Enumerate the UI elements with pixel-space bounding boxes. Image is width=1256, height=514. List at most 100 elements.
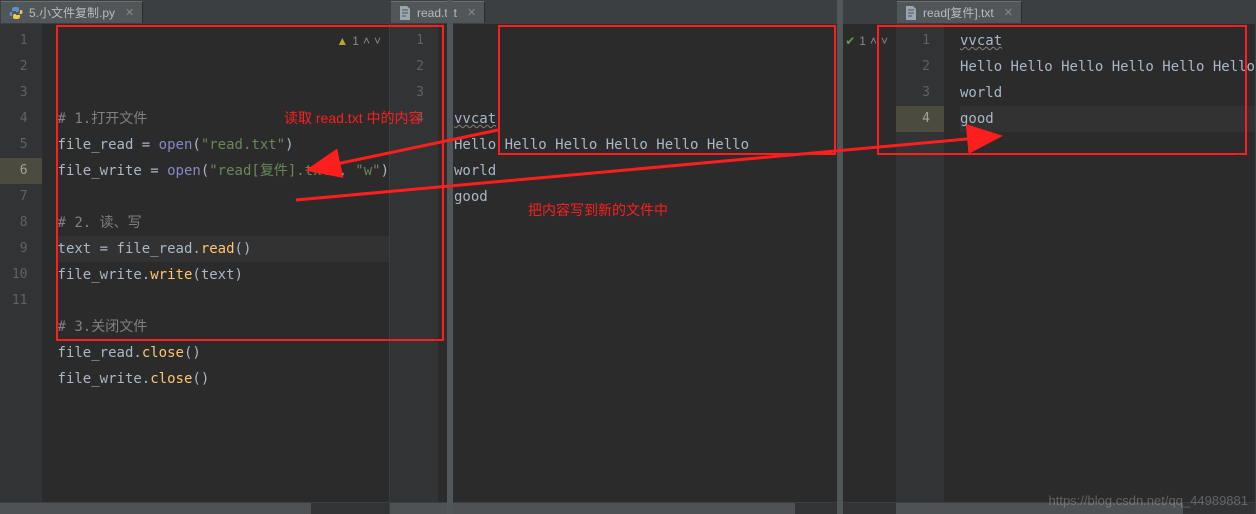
code-token: () [192, 371, 209, 387]
code-line[interactable]: vvcat [454, 106, 896, 132]
editor[interactable]: 1234 vvcatHello Hello Hello Hello Hello … [896, 24, 1255, 502]
editor[interactable]: 1234 ✔ 1 ˅ vvcat Hello Hello Hello Hello … [390, 24, 896, 502]
code-line[interactable] [58, 288, 389, 314]
code-token: file_write. [58, 267, 151, 283]
line-number: 10 [0, 262, 42, 288]
code-token: read [201, 241, 235, 257]
code-line[interactable]: # 1.打开文件 [58, 106, 389, 132]
code-token: file_read. [58, 345, 142, 361]
code-line[interactable]: file_read = open("read.txt") [58, 132, 389, 158]
code-line[interactable]: # 2. 读、写 [58, 210, 389, 236]
code-token: () [235, 241, 252, 257]
code-area[interactable]: ✔ 1 ˅ vvcat Hello Hello Hello Hello Hello… [438, 24, 896, 502]
code-line[interactable]: file_read.close() [58, 340, 389, 366]
code-token: close [142, 345, 184, 361]
code-area[interactable]: vvcatHello Hello Hello Hello Hello Hello… [944, 24, 1255, 502]
line-number: 1 [896, 28, 944, 54]
inspection-status[interactable]: ▲ 1 ˅ [336, 28, 381, 54]
scrollbar-thumb[interactable] [0, 503, 311, 514]
line-number: 5 [0, 132, 42, 158]
horizontal-scrollbar[interactable] [0, 502, 389, 514]
line-number: 7 [0, 184, 42, 210]
tab-text-file[interactable]: read[复件].txt ✕ [897, 1, 1022, 23]
inspection-status[interactable]: ✔ 1 ˅ [845, 28, 888, 54]
chevron-up-icon [363, 28, 370, 54]
line-number: 4 [896, 106, 944, 132]
code-line[interactable]: file_write = open("read[复件].txt", "w") [58, 158, 389, 184]
code-token: , [338, 163, 355, 179]
code-token: file_write = [58, 163, 168, 179]
line-number: 2 [896, 54, 944, 80]
horizontal-scrollbar[interactable] [390, 502, 896, 514]
code-token: close [150, 371, 192, 387]
tab-python-file[interactable]: 5.小文件复制.py ✕ [1, 1, 143, 23]
text-file-icon [905, 6, 917, 20]
line-number: 6 [0, 158, 42, 184]
editor-panel-read: read.txt ✕ 1234 ✔ 1 ˅ vvcat Hello Hello H… [390, 0, 896, 514]
code-line[interactable]: file_write.write(text) [58, 262, 389, 288]
splitter[interactable] [837, 0, 843, 514]
close-icon[interactable]: ✕ [1004, 6, 1013, 19]
line-number: 9 [0, 236, 42, 262]
line-number: 2 [0, 54, 42, 80]
tab-bar: read[复件].txt ✕ [896, 0, 1255, 24]
code-token: good [960, 111, 994, 127]
code-line[interactable]: good [960, 106, 1255, 132]
code-token: "read[复件].txt" [209, 163, 338, 179]
code-token: text = file_read. [58, 241, 201, 257]
code-line[interactable]: # 3.关闭文件 [58, 314, 389, 340]
code-line[interactable]: file_write.close() [58, 366, 389, 392]
code-token: Hello Hello Hello Hello Hello Hello [454, 137, 749, 153]
gutter: 1234 [896, 24, 944, 502]
line-number: 3 [896, 80, 944, 106]
line-number: 1 [390, 28, 438, 54]
line-number: 4 [390, 106, 438, 132]
code-line[interactable] [58, 184, 389, 210]
code-token: "read.txt" [201, 137, 285, 153]
code-line[interactable]: Hello Hello Hello Hello Hello Hello [960, 54, 1255, 80]
code-token: write [150, 267, 192, 283]
tab-bar: 5.小文件复制.py ✕ [0, 0, 389, 24]
code-token: (text) [192, 267, 243, 283]
chevron-down-icon: ˅ [374, 28, 381, 54]
code-token: open [167, 163, 201, 179]
splitter[interactable] [447, 0, 453, 514]
code-token: # 1.打开文件 [58, 111, 148, 127]
editor-panel-python: 5.小文件复制.py ✕ 1234567891011 ▲ 1 ˅ # 1.打开文… [0, 0, 390, 514]
code-token: world [454, 163, 496, 179]
warning-icon: ▲ [336, 28, 348, 54]
line-number: 1 [0, 28, 42, 54]
tab-bar: read.txt ✕ [390, 0, 896, 24]
code-token: ( [192, 137, 200, 153]
code-line[interactable]: text = file_read.read() [58, 236, 389, 262]
code-token: world [960, 85, 1002, 101]
close-icon[interactable]: ✕ [125, 6, 134, 19]
chevron-up-icon [870, 28, 877, 54]
code-line[interactable]: Hello Hello Hello Hello Hello Hello [454, 132, 896, 158]
code-token: # 2. 读、写 [58, 215, 142, 231]
python-icon [9, 6, 23, 20]
code-line[interactable]: vvcat [960, 28, 1255, 54]
code-line[interactable]: world [454, 158, 896, 184]
code-token: # 3.关闭文件 [58, 319, 148, 335]
gutter: 1234567891011 [0, 24, 42, 502]
watermark: https://blog.csdn.net/qq_44989881 [1049, 493, 1249, 508]
code-token: ) [381, 163, 389, 179]
check-icon: ✔ [845, 28, 855, 54]
tab-text-file[interactable]: read.txt ✕ [391, 1, 485, 23]
code-token: good [454, 189, 488, 205]
tab-label: read[复件].txt [923, 4, 994, 21]
editor[interactable]: 1234567891011 ▲ 1 ˅ # 1.打开文件file_read = … [0, 24, 389, 502]
code-token: ) [285, 137, 293, 153]
code-line[interactable]: good [454, 184, 896, 210]
close-icon[interactable]: ✕ [467, 6, 476, 19]
line-number: 8 [0, 210, 42, 236]
tab-label: 5.小文件复制.py [29, 4, 115, 21]
code-token: file_read = [58, 137, 159, 153]
warning-count: 1 [859, 28, 866, 54]
code-area[interactable]: ▲ 1 ˅ # 1.打开文件file_read = open("read.txt… [42, 24, 389, 502]
warning-count: 1 [352, 28, 359, 54]
code-line[interactable]: world [960, 80, 1255, 106]
gutter: 1234 [390, 24, 438, 502]
line-number: 4 [0, 106, 42, 132]
